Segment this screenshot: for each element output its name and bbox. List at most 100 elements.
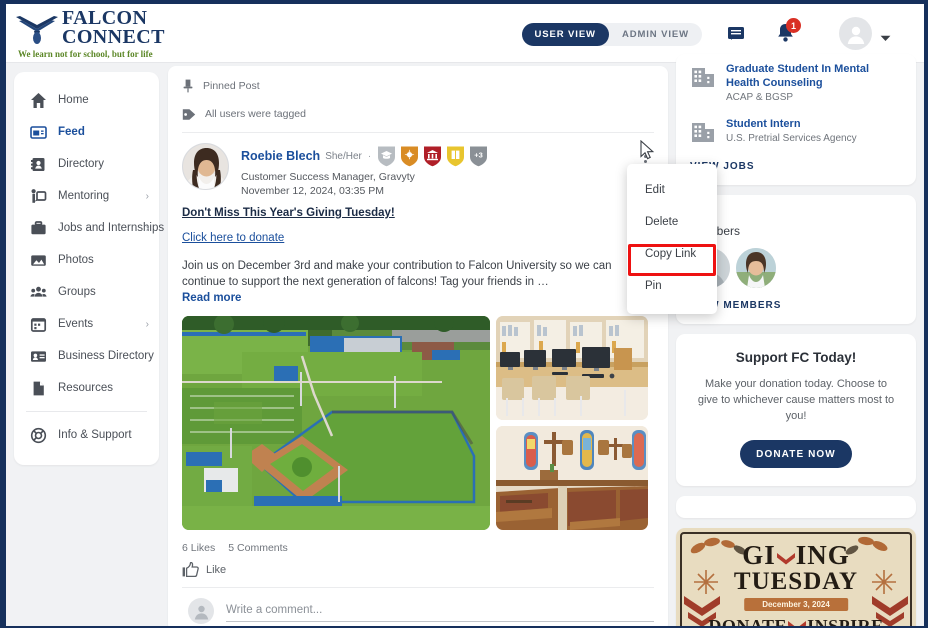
- banner-date: December 3, 2024: [744, 598, 848, 611]
- members-eyebrow: NEW: [690, 208, 902, 219]
- likes-count[interactable]: 6 Likes: [182, 542, 215, 554]
- sidebar-item-jobs-and-internships[interactable]: Jobs and Internships ›: [14, 212, 164, 244]
- sidebar-item-info-and-support[interactable]: Info & Support: [14, 419, 159, 451]
- job-organization: ACAP & BGSP: [726, 92, 794, 103]
- author-avatar[interactable]: [182, 143, 229, 190]
- author-pronouns: She/Her: [325, 150, 362, 162]
- badge-red-institution[interactable]: [423, 145, 442, 167]
- tagged-indicator: All users were tagged: [168, 103, 668, 125]
- support-card: Support FC Today! Make your donation tod…: [676, 334, 916, 486]
- sidebar-item-resources[interactable]: Resources: [14, 372, 159, 404]
- like-button[interactable]: Like: [168, 554, 668, 578]
- photo-chapel-interior[interactable]: [496, 426, 648, 530]
- post-timestamp: November 12, 2024, 03:35 PM: [241, 185, 385, 197]
- photo-aerial-sports-complex[interactable]: [182, 316, 490, 530]
- post-text: Join us on December 3rd and make your co…: [182, 258, 654, 306]
- view-mode-toggle[interactable]: USER VIEW ADMIN VIEW: [521, 23, 702, 46]
- menu-item-delete[interactable]: Delete: [627, 206, 717, 238]
- badge-orange-star[interactable]: [400, 145, 419, 167]
- document-icon: [28, 378, 48, 398]
- user-view-button[interactable]: USER VIEW: [521, 23, 609, 46]
- read-more-link[interactable]: Read more: [182, 290, 654, 306]
- photos-icon: [28, 250, 48, 270]
- sidebar-label: Events: [58, 318, 94, 330]
- support-title: Support FC Today!: [735, 350, 857, 365]
- sidebar-label: Mentoring: [58, 190, 110, 202]
- giving-tuesday-banner[interactable]: GI ING TUESDAY December 3, 2024 DONATE INS…: [676, 528, 916, 626]
- feed-icon: [28, 122, 48, 142]
- sidebar-item-events[interactable]: Events ›: [14, 308, 159, 340]
- member-avatar[interactable]: [736, 248, 776, 288]
- comments-count[interactable]: 5 Comments: [228, 542, 288, 554]
- menu-item-copy-link[interactable]: Copy Link: [627, 238, 717, 270]
- sidebar-divider: [26, 411, 147, 412]
- sidebar-label: Feed: [58, 126, 85, 138]
- chevron-right-icon: ›: [145, 190, 149, 202]
- brand-logo[interactable]: FALCON CONNECT We learn not for school, …: [14, 8, 165, 59]
- app-frame: FALCON CONNECT We learn not for school, …: [6, 4, 924, 626]
- support-text: Make your donation today. Choose to give…: [697, 378, 895, 422]
- sidebar-item-home[interactable]: Home: [14, 84, 159, 116]
- support-card-content: Support FC Today! Make your donation tod…: [676, 334, 916, 486]
- photo-library-computer-lab[interactable]: [496, 316, 648, 420]
- badge-silver-graduation[interactable]: [377, 145, 396, 167]
- post-body: Don't Miss This Year's Giving Tuesday! C…: [168, 197, 668, 306]
- giving-tuesday-banner-card: GI ING TUESDAY December 3, 2024 DONATE INS…: [676, 528, 916, 626]
- sidebar-label: Photos: [58, 254, 94, 266]
- admin-view-button[interactable]: ADMIN VIEW: [609, 23, 702, 46]
- job-title[interactable]: Student Intern: [726, 117, 857, 131]
- menu-item-edit[interactable]: Edit: [627, 174, 717, 206]
- brand-tagline: We learn not for school, but for life: [18, 49, 153, 59]
- comment-input[interactable]: [226, 600, 654, 622]
- sidebar-item-feed[interactable]: Feed: [14, 116, 159, 148]
- author-name-line: Roebie Blech She/Her · +3: [241, 145, 488, 167]
- job-title[interactable]: Graduate Student In Mental Health Counse…: [726, 62, 902, 90]
- menu-item-pin[interactable]: Pin: [627, 270, 717, 302]
- author-role: Customer Success Manager, Gravyty: [241, 171, 415, 183]
- user-avatar[interactable]: [839, 17, 872, 50]
- separator-dot: ·: [367, 150, 372, 162]
- badge-more-count[interactable]: +3: [469, 145, 488, 167]
- pinned-post-indicator: Pinned Post: [168, 75, 668, 97]
- members-subtitle: members: [690, 224, 902, 238]
- banner-donate-word: DONATE: [708, 616, 788, 626]
- banner-line1-right: ING: [795, 540, 850, 570]
- job-organization: U.S. Pretrial Services Agency: [726, 133, 857, 144]
- pin-icon: [183, 79, 193, 93]
- notifications-bell[interactable]: 1: [775, 18, 801, 47]
- sidebar-item-directory[interactable]: Directory: [14, 148, 159, 180]
- badge-yellow-book[interactable]: [446, 145, 465, 167]
- post-title[interactable]: Don't Miss This Year's Giving Tuesday!: [182, 207, 654, 219]
- building-icon: [690, 119, 716, 145]
- banner-line-2: TUESDAY: [733, 568, 859, 595]
- lifebuoy-icon: [28, 425, 48, 445]
- chevron-heart-icon: [788, 621, 807, 626]
- sidebar-label: Resources: [58, 382, 113, 394]
- feed-post-card: Pinned Post All users were tagged Roebie…: [168, 66, 668, 626]
- account-chevron-down-icon[interactable]: [880, 30, 891, 45]
- sidebar-item-business-directory[interactable]: Business Directory: [14, 340, 159, 372]
- donate-link[interactable]: Click here to donate: [182, 232, 654, 244]
- sidebar-label: Directory: [58, 158, 105, 170]
- banner-line-3: DONATE INSPIRE: [676, 616, 916, 626]
- job-details: Graduate Student In Mental Health Counse…: [726, 62, 902, 103]
- job-list-item[interactable]: Student Intern U.S. Pretrial Services Ag…: [676, 109, 916, 151]
- svg-text:+3: +3: [474, 151, 483, 160]
- right-sidebar: Graduate Student In Mental Health Counse…: [676, 54, 916, 626]
- directory-icon: [28, 154, 48, 174]
- donate-now-button[interactable]: DONATE NOW: [740, 440, 852, 468]
- tagged-label: All users were tagged: [205, 108, 306, 120]
- job-list-item[interactable]: Graduate Student In Mental Health Counse…: [676, 54, 916, 109]
- current-user-avatar: [188, 598, 214, 624]
- message-icon[interactable]: [726, 24, 746, 47]
- building-icon: [690, 64, 716, 90]
- sidebar-item-groups[interactable]: Groups: [14, 276, 159, 308]
- author-name[interactable]: Roebie Blech: [241, 149, 320, 163]
- chevron-right-icon: ›: [145, 222, 149, 234]
- post-gallery-side: [496, 316, 648, 530]
- sidebar-label: Groups: [58, 286, 96, 298]
- sidebar-item-photos[interactable]: Photos: [14, 244, 159, 276]
- business-card-icon: [28, 346, 48, 366]
- sidebar-item-mentoring[interactable]: Mentoring ›: [14, 180, 159, 212]
- placeholder-card: [676, 496, 916, 518]
